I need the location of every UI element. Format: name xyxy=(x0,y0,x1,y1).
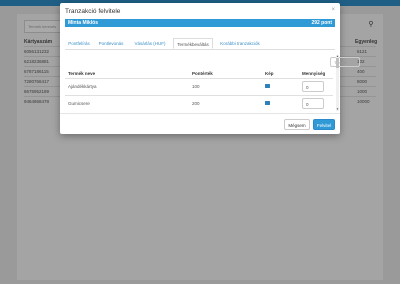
scroll-down-icon[interactable]: ▼ xyxy=(336,108,339,111)
tab-product-redemption[interactable]: Termékbeváltás xyxy=(173,38,213,49)
card-number: 7280766417 xyxy=(24,79,50,84)
search-icon[interactable]: ⚲ xyxy=(366,20,376,30)
card-number: 6787186115 xyxy=(24,69,49,74)
product-filter-input[interactable]: Termék xyxy=(330,57,360,67)
balance: 400 xyxy=(357,69,365,74)
header-point-value: Pontérték xyxy=(192,71,213,76)
scrollbar-thumb[interactable] xyxy=(336,58,339,68)
close-icon[interactable]: × xyxy=(331,7,335,13)
quantity-input[interactable]: 0 xyxy=(302,81,324,92)
card-number: 6056131232 xyxy=(24,49,50,54)
product-name: Gumicsere xyxy=(68,101,90,106)
modal-title: Tranzakció felvitele xyxy=(65,8,121,15)
point-value: 100 xyxy=(192,84,200,89)
balance: 1000 xyxy=(357,89,368,94)
card-number: 6218236881 xyxy=(24,59,50,64)
point-value: 200 xyxy=(192,101,200,106)
table-row: Gumicsere 200 0 xyxy=(65,95,333,109)
tab-bar: Pontfelírás Pontlevonás Vásárlás (HUF) T… xyxy=(65,38,335,50)
column-header-card-number: Kártyaszám xyxy=(24,39,53,45)
cancel-button[interactable]: Mégsem xyxy=(284,119,310,130)
tab-deduct-points[interactable]: Pontlevonás xyxy=(95,38,127,49)
header-quantity: Mennyiség xyxy=(302,71,326,76)
card-number: 8675952189 xyxy=(24,89,50,94)
scrollbar[interactable]: ▲ ▼ xyxy=(336,55,339,111)
balance: 10000 xyxy=(357,99,370,104)
tab-purchase[interactable]: Vásárlás (HUF) xyxy=(129,38,171,49)
customer-bar: Minta Miklós 292 pont xyxy=(65,19,335,27)
quantity-input[interactable]: 0 xyxy=(302,98,324,109)
column-header-balance: Egyenleg xyxy=(355,39,378,45)
customer-name: Minta Miklós xyxy=(68,20,99,26)
image-icon[interactable] xyxy=(265,84,270,88)
balance: 6121 xyxy=(357,49,368,54)
modal-footer-divider xyxy=(60,113,340,114)
image-icon[interactable] xyxy=(265,101,270,105)
submit-button[interactable]: Felvitel xyxy=(313,119,335,130)
product-table: Termék neve Pontérték Kép Mennyiség Aján… xyxy=(65,69,335,109)
points-balance: 292 pont xyxy=(311,20,332,26)
product-name: Ajándékkártya xyxy=(68,84,97,89)
card-number: 9464868478 xyxy=(24,99,50,104)
balance: 8000 xyxy=(357,79,368,84)
table-row: Ajándékkártya 100 0 xyxy=(65,78,333,95)
header-image: Kép xyxy=(265,71,274,76)
tab-previous-transactions[interactable]: Korábbi tranzakciók xyxy=(215,38,265,49)
header-product-name: Termék neve xyxy=(68,71,96,76)
transaction-modal: Tranzakció felvitele × Minta Miklós 292 … xyxy=(60,3,360,134)
tab-add-points[interactable]: Pontfelírás xyxy=(65,38,93,49)
